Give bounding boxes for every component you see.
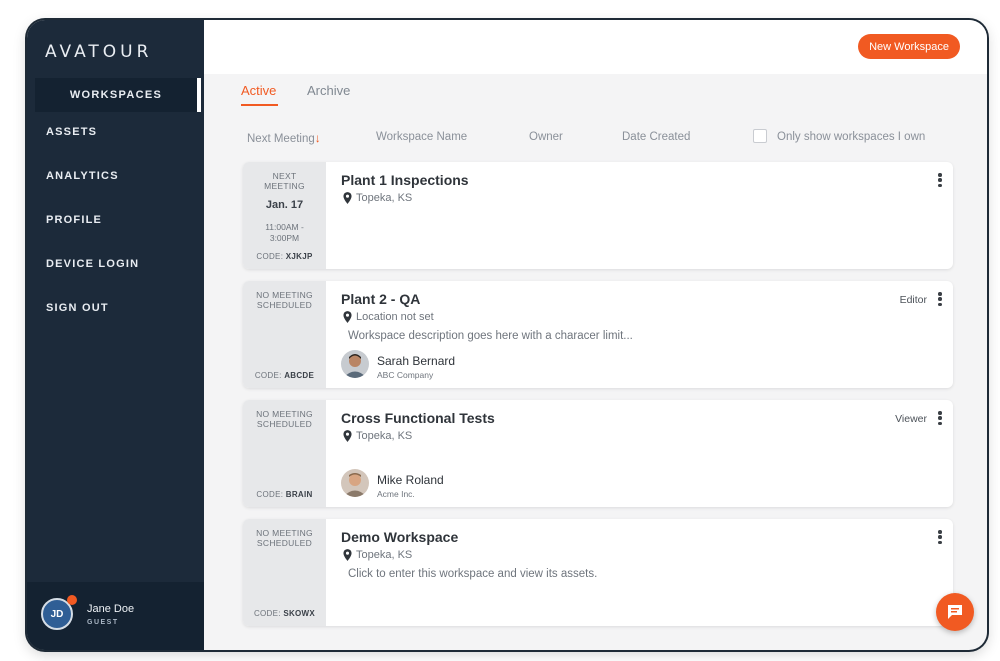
code-label: CODE:	[256, 252, 284, 261]
meeting-time-end: 3:00PM	[269, 233, 300, 243]
meeting-panel: NO MEETING SCHEDULED CODE: SKOWX	[243, 519, 326, 626]
workspace-code: CODE: SKOWX	[243, 609, 326, 618]
workspace-title: Cross Functional Tests	[341, 410, 495, 426]
owner-avatar	[341, 469, 369, 497]
meeting-label: NO MEETING	[256, 528, 313, 538]
workspace-description: Workspace description goes here with a c…	[348, 330, 633, 342]
workspace-card[interactable]: NO MEETING SCHEDULED CODE: SKOWX Demo Wo…	[243, 519, 953, 626]
role-badge: Editor	[899, 294, 927, 306]
code-value: ABCDE	[284, 371, 315, 380]
meeting-label: NEXT	[272, 171, 297, 181]
user-profile[interactable]: JD Jane Doe GUEST	[27, 582, 204, 650]
owner-avatar	[341, 350, 369, 378]
sort-owner[interactable]: Owner	[529, 131, 563, 143]
only-mine-checkbox[interactable]	[753, 129, 767, 143]
logo: AVATOUR	[45, 42, 153, 62]
sidebar-item-assets[interactable]: ASSETS	[46, 126, 139, 170]
code-value: SKOWX	[283, 609, 316, 618]
code-value: XJKJP	[285, 252, 313, 261]
kebab-menu-icon[interactable]	[936, 171, 944, 189]
workspace-code: CODE: XJKJP	[243, 252, 326, 261]
map-pin-icon	[343, 549, 352, 561]
meeting-time: 11:00AM - 3:00PM	[243, 222, 326, 244]
meeting-panel: NEXT MEETING Jan. 17 11:00AM - 3:00PM CO…	[243, 162, 326, 269]
meeting-label: NO MEETING	[256, 290, 313, 300]
chat-bubble-icon	[948, 605, 962, 619]
workspace-card[interactable]: NO MEETING SCHEDULED CODE: ABCDE Plant 2…	[243, 281, 953, 388]
sidebar-item-sign-out[interactable]: SIGN OUT	[46, 302, 139, 346]
meeting-panel: NO MEETING SCHEDULED CODE: BRAIN	[243, 400, 326, 507]
column-label: Next Meeting	[247, 133, 315, 145]
meeting-label: SCHEDULED	[256, 300, 313, 310]
meeting-label: MEETING	[264, 181, 305, 191]
role-badge: Viewer	[895, 413, 927, 425]
meeting-time-start: 11:00AM -	[265, 222, 304, 232]
owner-company: ABC Company	[377, 370, 434, 380]
workspace-code: CODE: BRAIN	[243, 490, 326, 499]
workspace-description: Click to enter this workspace and view i…	[348, 568, 598, 580]
owner-name: Mike Roland	[377, 473, 444, 487]
app-window: AVATOUR WORKSPACES ASSETS ANALYTICS PROF…	[27, 20, 987, 650]
notification-dot	[67, 595, 77, 605]
code-label: CODE:	[256, 490, 284, 499]
sidebar-item-workspaces[interactable]: WORKSPACES	[35, 78, 201, 112]
meeting-label: SCHEDULED	[256, 419, 313, 429]
workspace-title: Plant 1 Inspections	[341, 172, 469, 188]
workspace-card[interactable]: NO MEETING SCHEDULED CODE: BRAIN Cross F…	[243, 400, 953, 507]
map-pin-icon	[343, 430, 352, 442]
sort-arrow-icon: ↓	[314, 131, 321, 145]
sort-next-meeting[interactable]: Next Meeting↓	[247, 131, 321, 145]
only-mine-label: Only show workspaces I own	[777, 131, 926, 143]
sidebar-item-profile[interactable]: PROFILE	[46, 214, 139, 258]
location-text: Topeka, KS	[356, 192, 413, 204]
meeting-label: SCHEDULED	[256, 538, 313, 548]
user-name: Jane Doe	[87, 603, 135, 615]
workspace-location: Topeka, KS	[343, 430, 412, 442]
location-text: Topeka, KS	[356, 430, 413, 442]
kebab-menu-icon[interactable]	[936, 528, 944, 546]
workspace-card[interactable]: NEXT MEETING Jan. 17 11:00AM - 3:00PM CO…	[243, 162, 953, 269]
workspace-code: CODE: ABCDE	[243, 371, 326, 380]
kebab-menu-icon[interactable]	[936, 290, 944, 308]
code-label: CODE:	[254, 371, 282, 380]
tab-archive[interactable]: Archive	[307, 83, 350, 98]
sidebar-item-device-login[interactable]: DEVICE LOGIN	[46, 258, 139, 302]
new-workspace-button[interactable]: New Workspace	[858, 34, 960, 59]
owner-company: Acme Inc.	[377, 489, 415, 499]
workspace-title: Demo Workspace	[341, 529, 459, 545]
workspace-location: Location not set	[343, 311, 434, 323]
sidebar: AVATOUR WORKSPACES ASSETS ANALYTICS PROF…	[27, 20, 204, 650]
map-pin-icon	[343, 311, 352, 323]
code-value: BRAIN	[285, 490, 313, 499]
chat-button[interactable]	[936, 593, 974, 631]
location-text: Topeka, KS	[356, 549, 413, 561]
meeting-date: Jan. 17	[265, 199, 304, 211]
workspace-location: Topeka, KS	[343, 192, 412, 204]
sidebar-nav: ASSETS ANALYTICS PROFILE DEVICE LOGIN SI…	[46, 126, 139, 346]
meeting-panel: NO MEETING SCHEDULED CODE: ABCDE	[243, 281, 326, 388]
kebab-menu-icon[interactable]	[936, 409, 944, 427]
meeting-label: NO MEETING	[256, 409, 313, 419]
workspace-location: Topeka, KS	[343, 549, 412, 561]
workspace-title: Plant 2 - QA	[341, 291, 421, 307]
sidebar-item-label: WORKSPACES	[69, 89, 163, 101]
top-bar: New Workspace	[204, 20, 987, 74]
code-label: CODE:	[253, 609, 281, 618]
sort-workspace-name[interactable]: Workspace Name	[376, 131, 467, 143]
map-pin-icon	[343, 192, 352, 204]
sort-date-created[interactable]: Date Created	[622, 131, 690, 143]
user-role: GUEST	[87, 619, 119, 626]
location-text: Location not set	[356, 311, 434, 323]
tab-active[interactable]: Active	[241, 83, 279, 106]
owner-name: Sarah Bernard	[377, 354, 456, 368]
sidebar-item-analytics[interactable]: ANALYTICS	[46, 170, 139, 214]
